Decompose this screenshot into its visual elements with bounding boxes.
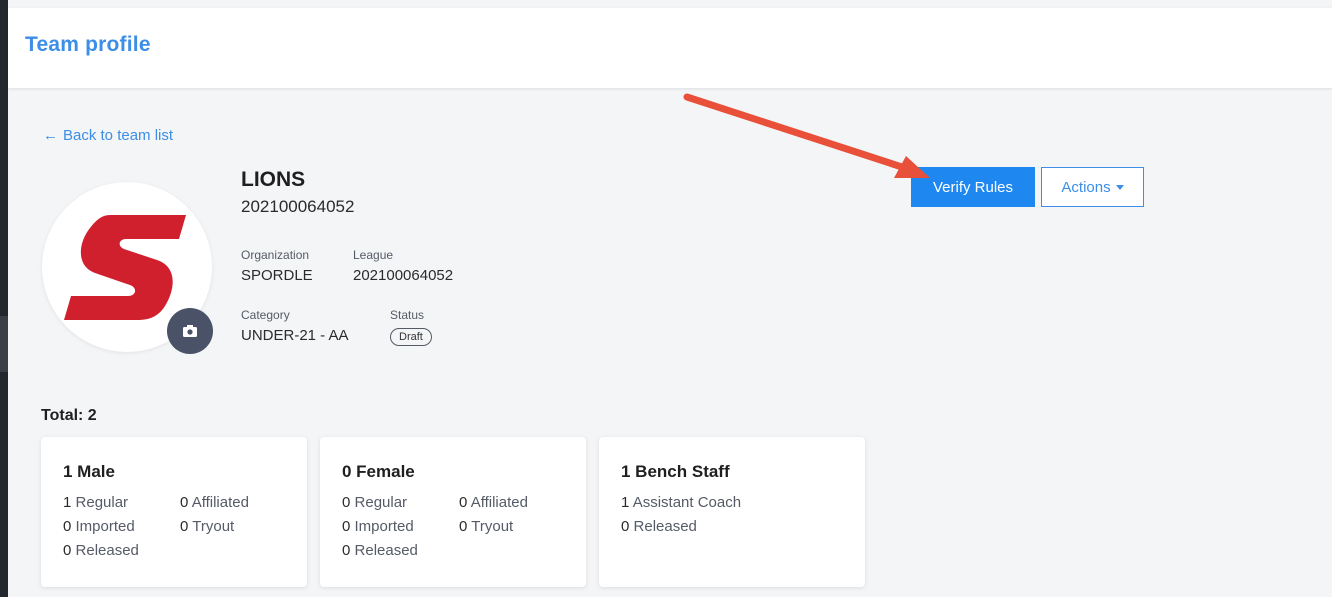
female-card-title: 0 Female xyxy=(342,462,415,481)
app-sidebar-edge xyxy=(0,0,8,597)
actions-dropdown-button[interactable]: Actions xyxy=(1041,167,1144,207)
team-name: LIONS xyxy=(241,168,306,191)
league-value: 202100064052 xyxy=(353,267,454,284)
male-tryout: 0 Tryout xyxy=(180,518,235,535)
league-label: League xyxy=(353,248,394,262)
female-imported: 0 Imported xyxy=(342,518,414,535)
male-regular: 1 Regular xyxy=(63,494,129,511)
page-header: Team profile xyxy=(8,8,1332,88)
verify-rules-button[interactable]: Verify Rules xyxy=(911,167,1035,207)
page-title: Team profile xyxy=(25,33,151,56)
camera-icon xyxy=(183,325,197,337)
female-tryout: 0 Tryout xyxy=(459,518,514,535)
organization-value: SPORDLE xyxy=(241,267,313,284)
caret-down-icon xyxy=(1115,184,1124,190)
status-label: Status xyxy=(390,308,425,322)
female-regular: 0 Regular xyxy=(342,494,408,511)
roster-total: Total: 2 xyxy=(41,407,97,424)
change-photo-button[interactable] xyxy=(167,308,213,354)
male-imported: 0 Imported xyxy=(63,518,135,535)
arrow-left-icon: ← xyxy=(43,127,58,144)
actions-label: Actions xyxy=(1061,178,1111,196)
staff-assistant-coach: 1 Assistant Coach xyxy=(621,494,742,511)
sidebar-handle xyxy=(0,316,8,372)
status-badge: Draft xyxy=(390,328,432,346)
team-number: 202100064052 xyxy=(241,197,355,216)
male-released: 0 Released xyxy=(63,542,139,559)
top-strip xyxy=(8,0,1332,8)
spordle-logo xyxy=(64,215,186,320)
male-card-title: 1 Male xyxy=(63,462,115,481)
back-to-team-list-link[interactable]: ← Back to team list xyxy=(43,127,173,144)
male-summary-card: 1 Male 1 Regular 0 Affiliated 0 Imported… xyxy=(41,437,307,587)
staff-card-title: 1 Bench Staff xyxy=(621,462,730,481)
category-value: UNDER-21 - AA xyxy=(241,327,349,344)
back-link-label: Back to team list xyxy=(63,127,174,144)
male-affiliated: 0 Affiliated xyxy=(180,494,249,511)
staff-released: 0 Released xyxy=(621,518,697,535)
female-summary-card: 0 Female 0 Regular 0 Affiliated 0 Import… xyxy=(320,437,586,587)
bench-staff-summary-card: 1 Bench Staff 1 Assistant Coach 0 Releas… xyxy=(599,437,865,587)
female-released: 0 Released xyxy=(342,542,418,559)
organization-label: Organization xyxy=(241,248,310,262)
category-label: Category xyxy=(241,308,290,322)
female-affiliated: 0 Affiliated xyxy=(459,494,528,511)
